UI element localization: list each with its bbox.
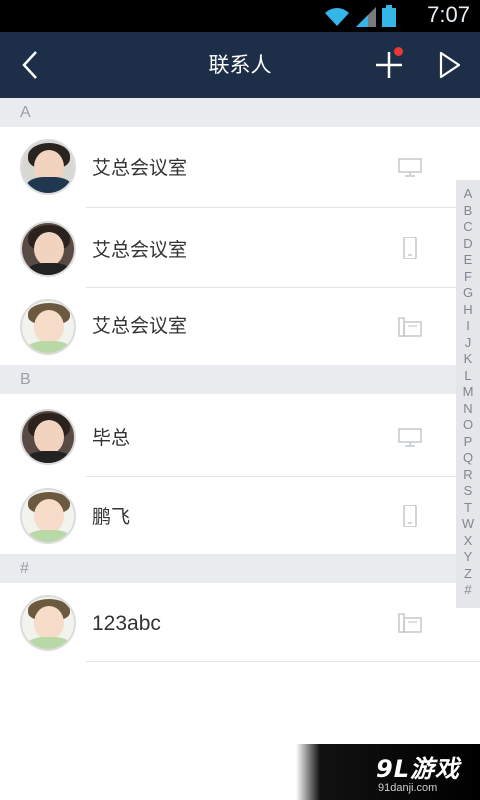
index-letter[interactable]: J — [465, 335, 472, 352]
avatar — [20, 221, 76, 277]
avatar — [20, 595, 76, 651]
section-header-b: B — [0, 365, 480, 394]
watermark-logo: 9L游戏 — [376, 755, 460, 783]
desk-phone-icon — [398, 317, 422, 337]
index-letter[interactable]: A — [464, 186, 473, 203]
contact-row[interactable]: 艾总会议室 — [0, 127, 456, 207]
signal-icon — [356, 7, 376, 27]
index-letter[interactable]: C — [463, 219, 472, 236]
status-bar: 7:07 — [0, 0, 480, 32]
index-letter[interactable]: Q — [463, 450, 473, 467]
index-letter[interactable]: S — [464, 483, 473, 500]
alphabet-index[interactable]: A B C D E F G H I J K L M N O P Q R S T W X Y Z # — [456, 180, 480, 608]
plus-icon — [376, 52, 402, 78]
forward-button[interactable] — [428, 42, 472, 88]
index-letter[interactable]: G — [463, 285, 473, 302]
index-letter[interactable]: L — [464, 368, 471, 385]
contact-row[interactable]: 艾总会议室 — [0, 288, 456, 365]
index-letter[interactable]: Z — [464, 566, 472, 583]
index-letter[interactable]: N — [463, 401, 472, 418]
desk-phone-icon — [398, 613, 422, 633]
contact-name: 艾总会议室 — [92, 315, 188, 337]
section-header-hash: # — [0, 554, 480, 583]
contact-name: 鹏飞 — [92, 506, 131, 528]
wifi-icon — [325, 8, 349, 26]
status-icons — [324, 5, 396, 27]
index-letter[interactable]: W — [462, 516, 474, 533]
index-letter[interactable]: D — [463, 236, 472, 253]
index-letter[interactable]: O — [463, 417, 473, 434]
contact-row[interactable]: 123abc — [0, 583, 456, 661]
watermark-url: 91danji.com — [378, 782, 438, 794]
play-triangle-icon — [439, 51, 461, 79]
index-letter[interactable]: K — [464, 351, 473, 368]
avatar — [20, 139, 76, 195]
contact-name: 艾总会议室 — [92, 239, 188, 261]
avatar — [20, 409, 76, 465]
index-letter[interactable]: P — [464, 434, 473, 451]
index-letter[interactable]: Y — [464, 549, 473, 566]
status-time: 7:07 — [427, 2, 470, 27]
contact-row[interactable]: 毕总 — [0, 394, 456, 476]
notification-dot — [394, 47, 403, 56]
index-letter[interactable]: T — [464, 500, 472, 517]
avatar — [20, 299, 76, 355]
avatar — [20, 488, 76, 544]
back-button[interactable] — [10, 42, 50, 88]
index-letter[interactable]: X — [464, 533, 473, 550]
index-letter[interactable]: R — [463, 467, 472, 484]
index-letter[interactable]: # — [464, 582, 471, 599]
contact-name: 123abc — [92, 612, 161, 635]
desktop-monitor-icon — [398, 158, 422, 177]
divider — [86, 661, 480, 662]
desktop-monitor-icon — [398, 428, 422, 447]
index-letter[interactable]: E — [464, 252, 473, 269]
index-letter[interactable]: I — [466, 318, 470, 335]
contact-name: 毕总 — [92, 427, 131, 449]
battery-icon — [382, 5, 396, 27]
watermark: 9L游戏 91danji.com — [296, 744, 480, 800]
add-contact-button[interactable] — [366, 42, 412, 88]
app-header: 联系人 — [0, 32, 480, 98]
mobile-phone-icon — [403, 237, 417, 259]
chevron-left-icon — [22, 51, 37, 79]
mobile-phone-icon — [403, 505, 417, 527]
index-letter[interactable]: B — [464, 203, 473, 220]
index-letter[interactable]: F — [464, 269, 472, 286]
section-header-a: A — [0, 98, 480, 127]
contact-row[interactable]: 鹏飞 — [0, 477, 456, 554]
index-letter[interactable]: M — [463, 384, 474, 401]
index-letter[interactable]: H — [463, 302, 472, 319]
contact-row[interactable]: 艾总会议室 — [0, 208, 456, 288]
contact-name: 艾总会议室 — [92, 157, 188, 179]
